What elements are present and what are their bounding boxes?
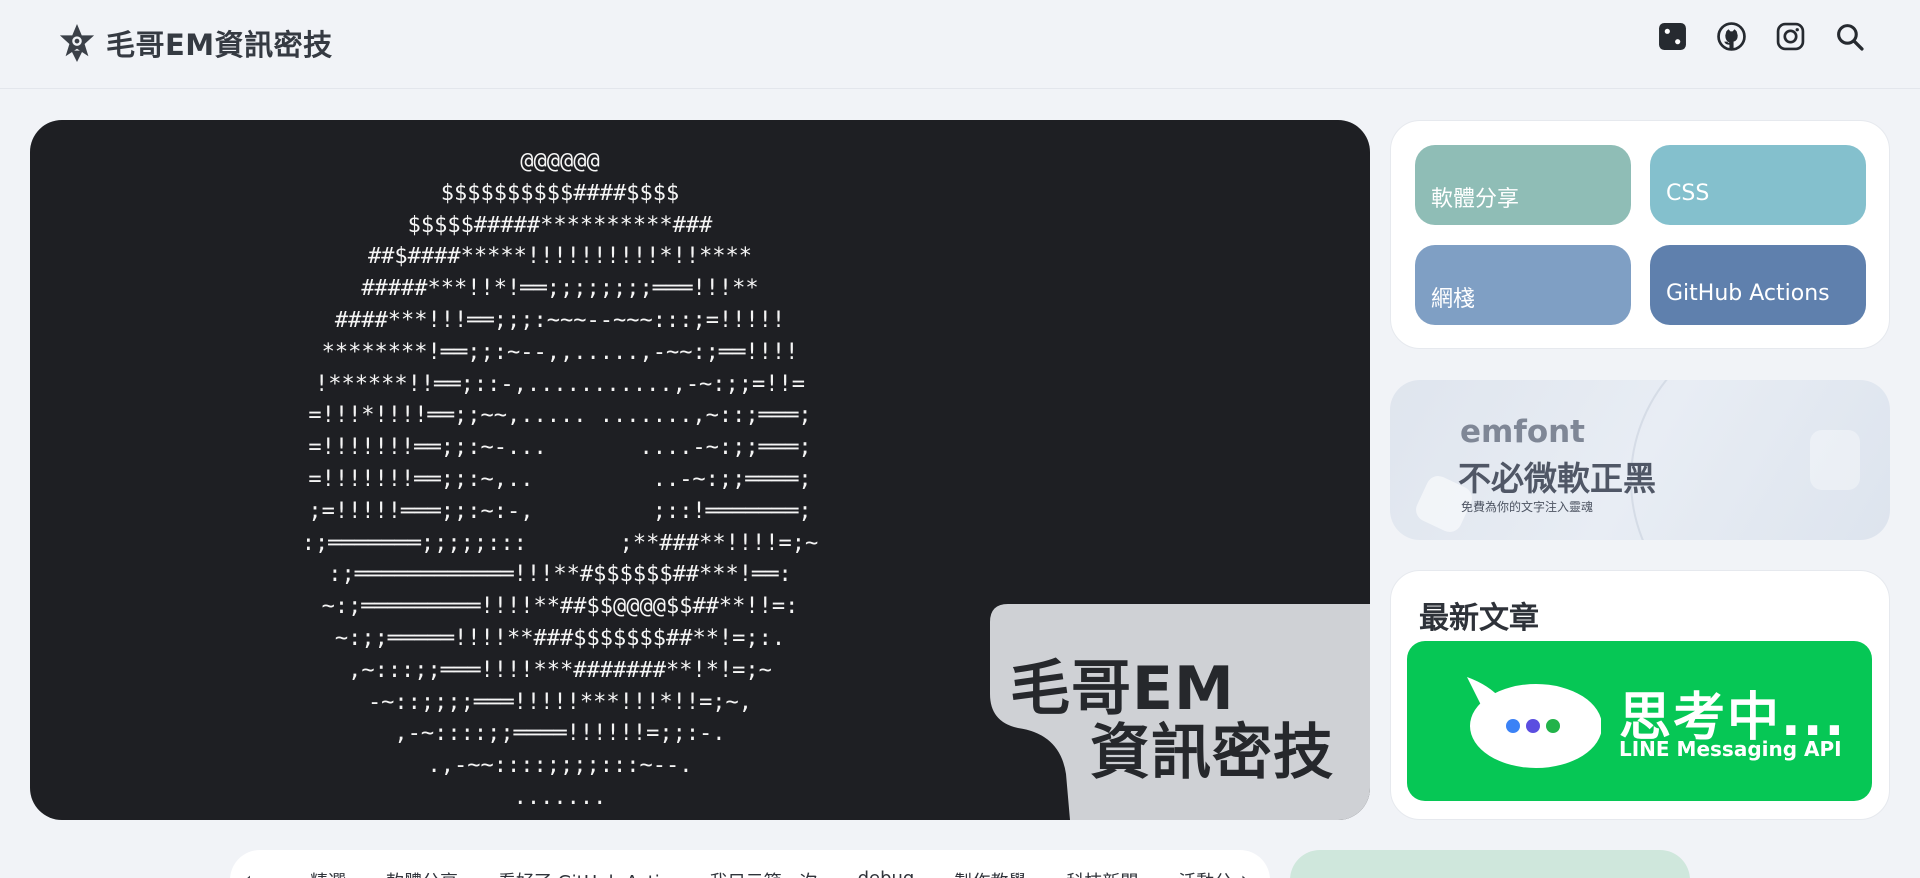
header-actions bbox=[1658, 22, 1864, 51]
emfont-subtitle: 免費為你的文字注入靈魂 bbox=[1461, 500, 1594, 514]
instagram-icon[interactable] bbox=[1776, 22, 1805, 51]
category-software[interactable]: 軟體分享 bbox=[1415, 145, 1631, 225]
emfont-title: 不必微軟正黑 bbox=[1458, 459, 1656, 498]
category-github-actions[interactable]: GitHub Actions bbox=[1650, 245, 1866, 325]
latest-articles-heading: 最新文章 bbox=[1419, 601, 1539, 636]
tag-item[interactable]: 科技新聞 bbox=[1066, 868, 1138, 878]
decorative-shape bbox=[1810, 430, 1860, 490]
site-name: 毛哥EM資訊密技 bbox=[106, 28, 333, 62]
tag-item[interactable]: debug bbox=[858, 868, 915, 878]
tag-item[interactable]: 精選 bbox=[310, 868, 346, 878]
tag-item[interactable]: 看好了 GitHub Actions，我只示範一次 bbox=[498, 868, 818, 878]
github-icon[interactable] bbox=[1717, 22, 1746, 51]
chat-bubble-icon bbox=[1467, 677, 1601, 768]
tag-carousel: ‹ 精選 軟體分享 看好了 GitHub Actions，我只示範一次 debu… bbox=[230, 850, 1270, 878]
latest-article-thumbnail[interactable]: 思考中... LINE Messaging API bbox=[1407, 641, 1872, 801]
logo-star-icon bbox=[59, 24, 95, 62]
latest-articles-card: 最新文章 思考中... LINE Messaging API bbox=[1390, 570, 1890, 820]
category-web-stack[interactable]: 網棧 bbox=[1415, 245, 1631, 325]
random-dice-icon[interactable] bbox=[1658, 22, 1687, 51]
tag-item[interactable]: 軟體分享 bbox=[386, 868, 458, 878]
ascii-art-logo: @@@@@@ $$$$$$$$$$####$$$$ $$$$$#####****… bbox=[301, 149, 819, 810]
site-header: 毛哥EM資訊密技 bbox=[0, 0, 1920, 89]
search-icon[interactable] bbox=[1835, 22, 1864, 51]
tag-item[interactable]: 活動公 bbox=[1178, 868, 1230, 878]
category-card: 軟體分享 CSS 網棧 GitHub Actions bbox=[1390, 120, 1890, 349]
chevron-left-icon[interactable]: ‹ bbox=[242, 866, 252, 878]
tag-item[interactable]: 製作教學 bbox=[954, 868, 1026, 878]
emfont-banner[interactable]: emfont 不必微軟正黑 免費為你的文字注入靈魂 bbox=[1390, 380, 1890, 540]
hero-title-line2: 資訊密技 bbox=[1090, 718, 1334, 788]
tag-list: 精選 軟體分享 看好了 GitHub Actions，我只示範一次 debug … bbox=[310, 868, 1230, 878]
article-card-subtitle: LINE Messaging API bbox=[1619, 737, 1842, 761]
category-css[interactable]: CSS bbox=[1650, 145, 1866, 225]
site-brand[interactable]: 毛哥EM資訊密技 bbox=[58, 22, 333, 64]
secondary-panel bbox=[1290, 850, 1690, 878]
chevron-right-icon[interactable]: › bbox=[1240, 866, 1250, 878]
hero-banner[interactable]: @@@@@@ $$$$$$$$$$####$$$$ $$$$$#####****… bbox=[30, 120, 1370, 820]
emfont-word: emfont bbox=[1460, 414, 1585, 450]
